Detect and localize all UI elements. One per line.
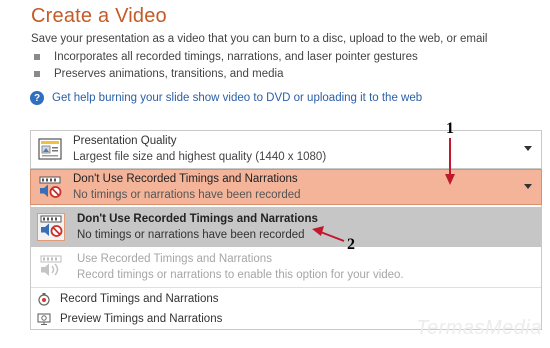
annotation-marker-1: 1 (446, 120, 454, 137)
annotation-marker-2: 2 (347, 236, 355, 253)
annotation-arrows (312, 138, 455, 242)
watermark: TermasMedia (416, 317, 542, 339)
